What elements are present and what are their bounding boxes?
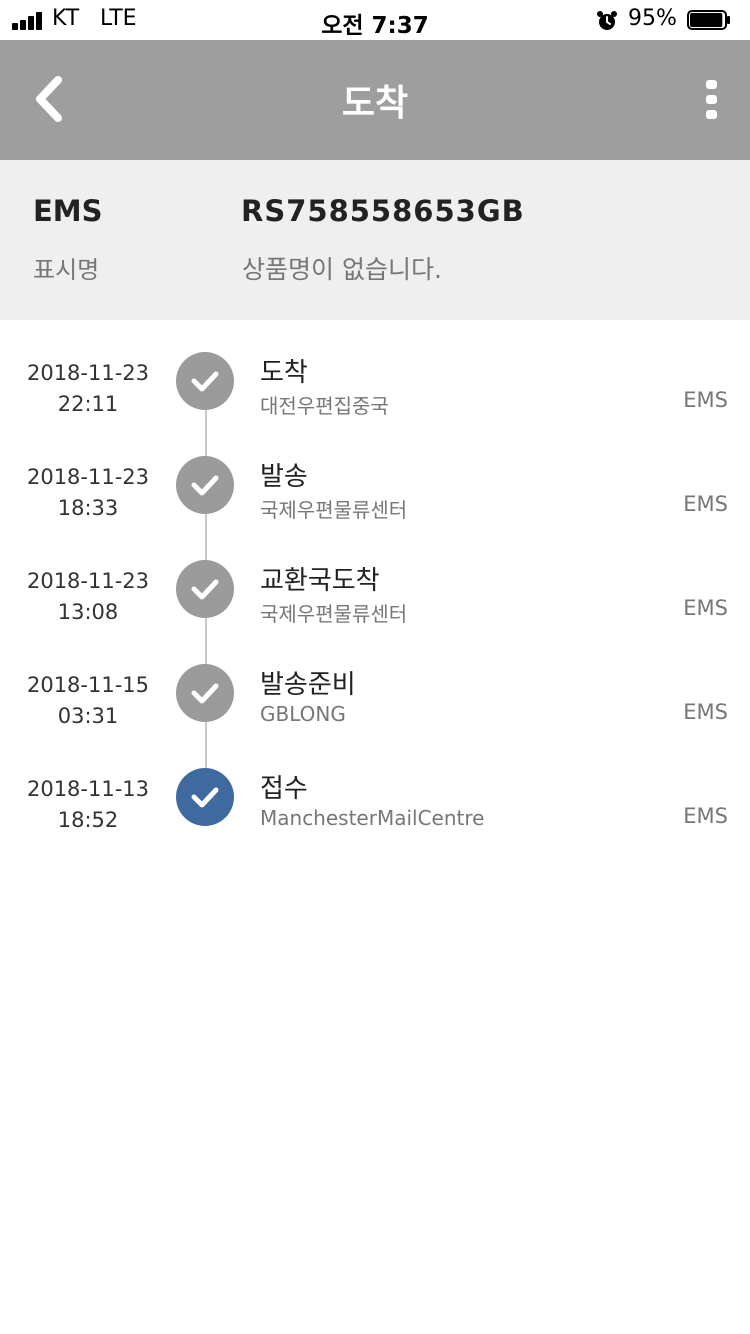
shipment-info: EMS RS758558653GB 표시명 상품명이 없습니다. (0, 160, 750, 320)
event-time: 03:31 (57, 704, 119, 728)
timeline-event[interactable]: 2018-11-23 13:08 교환국도착 국제우편물류센터 EMS (0, 528, 750, 632)
event-location: ManchesterMailCentre (260, 806, 485, 830)
tracking-number: RS758558653GB (241, 194, 525, 228)
event-date: 2018-11-23 (26, 361, 150, 385)
display-name-value: 상품명이 없습니다. (242, 255, 442, 284)
event-time: 22:11 (57, 392, 119, 416)
event-location: 국제우편물류센터 (260, 602, 408, 626)
event-status: 교환국도착 (260, 566, 380, 596)
timeline-event[interactable]: 2018-11-23 22:11 도착 대전우편집중국 EMS (0, 320, 750, 424)
display-name-label: 표시명 (33, 256, 100, 284)
battery-percent: 95% (628, 6, 677, 31)
check-icon (176, 560, 234, 618)
timeline-event[interactable]: 2018-11-15 03:31 발송준비 GBLONG EMS (0, 632, 750, 736)
navigation-bar: 도착 (0, 40, 750, 160)
event-status: 도착 (260, 358, 308, 388)
event-status: 접수 (260, 774, 308, 804)
service-type: EMS (33, 194, 103, 228)
more-vertical-icon (706, 80, 717, 119)
check-icon (176, 768, 234, 826)
event-carrier: EMS (683, 492, 728, 516)
event-status: 발송준비 (260, 670, 356, 700)
alarm-icon (597, 11, 617, 30)
event-date: 2018-11-13 (26, 777, 150, 801)
event-carrier: EMS (683, 804, 728, 828)
event-status: 발송 (260, 462, 308, 492)
event-date: 2018-11-15 (26, 673, 150, 697)
tracking-timeline: 2018-11-23 22:11 도착 대전우편집중국 EMS 2018-11-… (0, 320, 750, 860)
event-time: 18:52 (57, 808, 119, 832)
event-datetime: 2018-11-23 22:11 (0, 358, 176, 420)
timeline-event[interactable]: 2018-11-13 18:52 접수 ManchesterMailCentre… (0, 736, 750, 840)
event-time: 13:08 (57, 600, 119, 624)
event-location: 국제우편물류센터 (260, 498, 408, 522)
event-datetime: 2018-11-15 03:31 (0, 670, 176, 732)
event-datetime: 2018-11-23 13:08 (0, 566, 176, 628)
event-date: 2018-11-23 (26, 465, 150, 489)
page-title: 도착 (341, 83, 409, 124)
event-carrier: EMS (683, 596, 728, 620)
timeline-event[interactable]: 2018-11-23 18:33 발송 국제우편물류센터 EMS (0, 424, 750, 528)
event-carrier: EMS (683, 388, 728, 412)
event-datetime: 2018-11-23 18:33 (0, 462, 176, 524)
event-datetime: 2018-11-13 18:52 (0, 774, 176, 836)
event-date: 2018-11-23 (26, 569, 150, 593)
status-bar: KT LTE 오전 7:37 95% (0, 0, 750, 40)
event-time: 18:33 (57, 496, 119, 520)
check-icon (176, 352, 234, 410)
battery-icon (687, 10, 730, 30)
event-carrier: EMS (683, 700, 728, 724)
check-icon (176, 664, 234, 722)
event-location: GBLONG (260, 702, 346, 726)
more-options-button[interactable] (690, 76, 734, 124)
check-icon (176, 456, 234, 514)
event-location: 대전우편집중국 (260, 394, 389, 418)
